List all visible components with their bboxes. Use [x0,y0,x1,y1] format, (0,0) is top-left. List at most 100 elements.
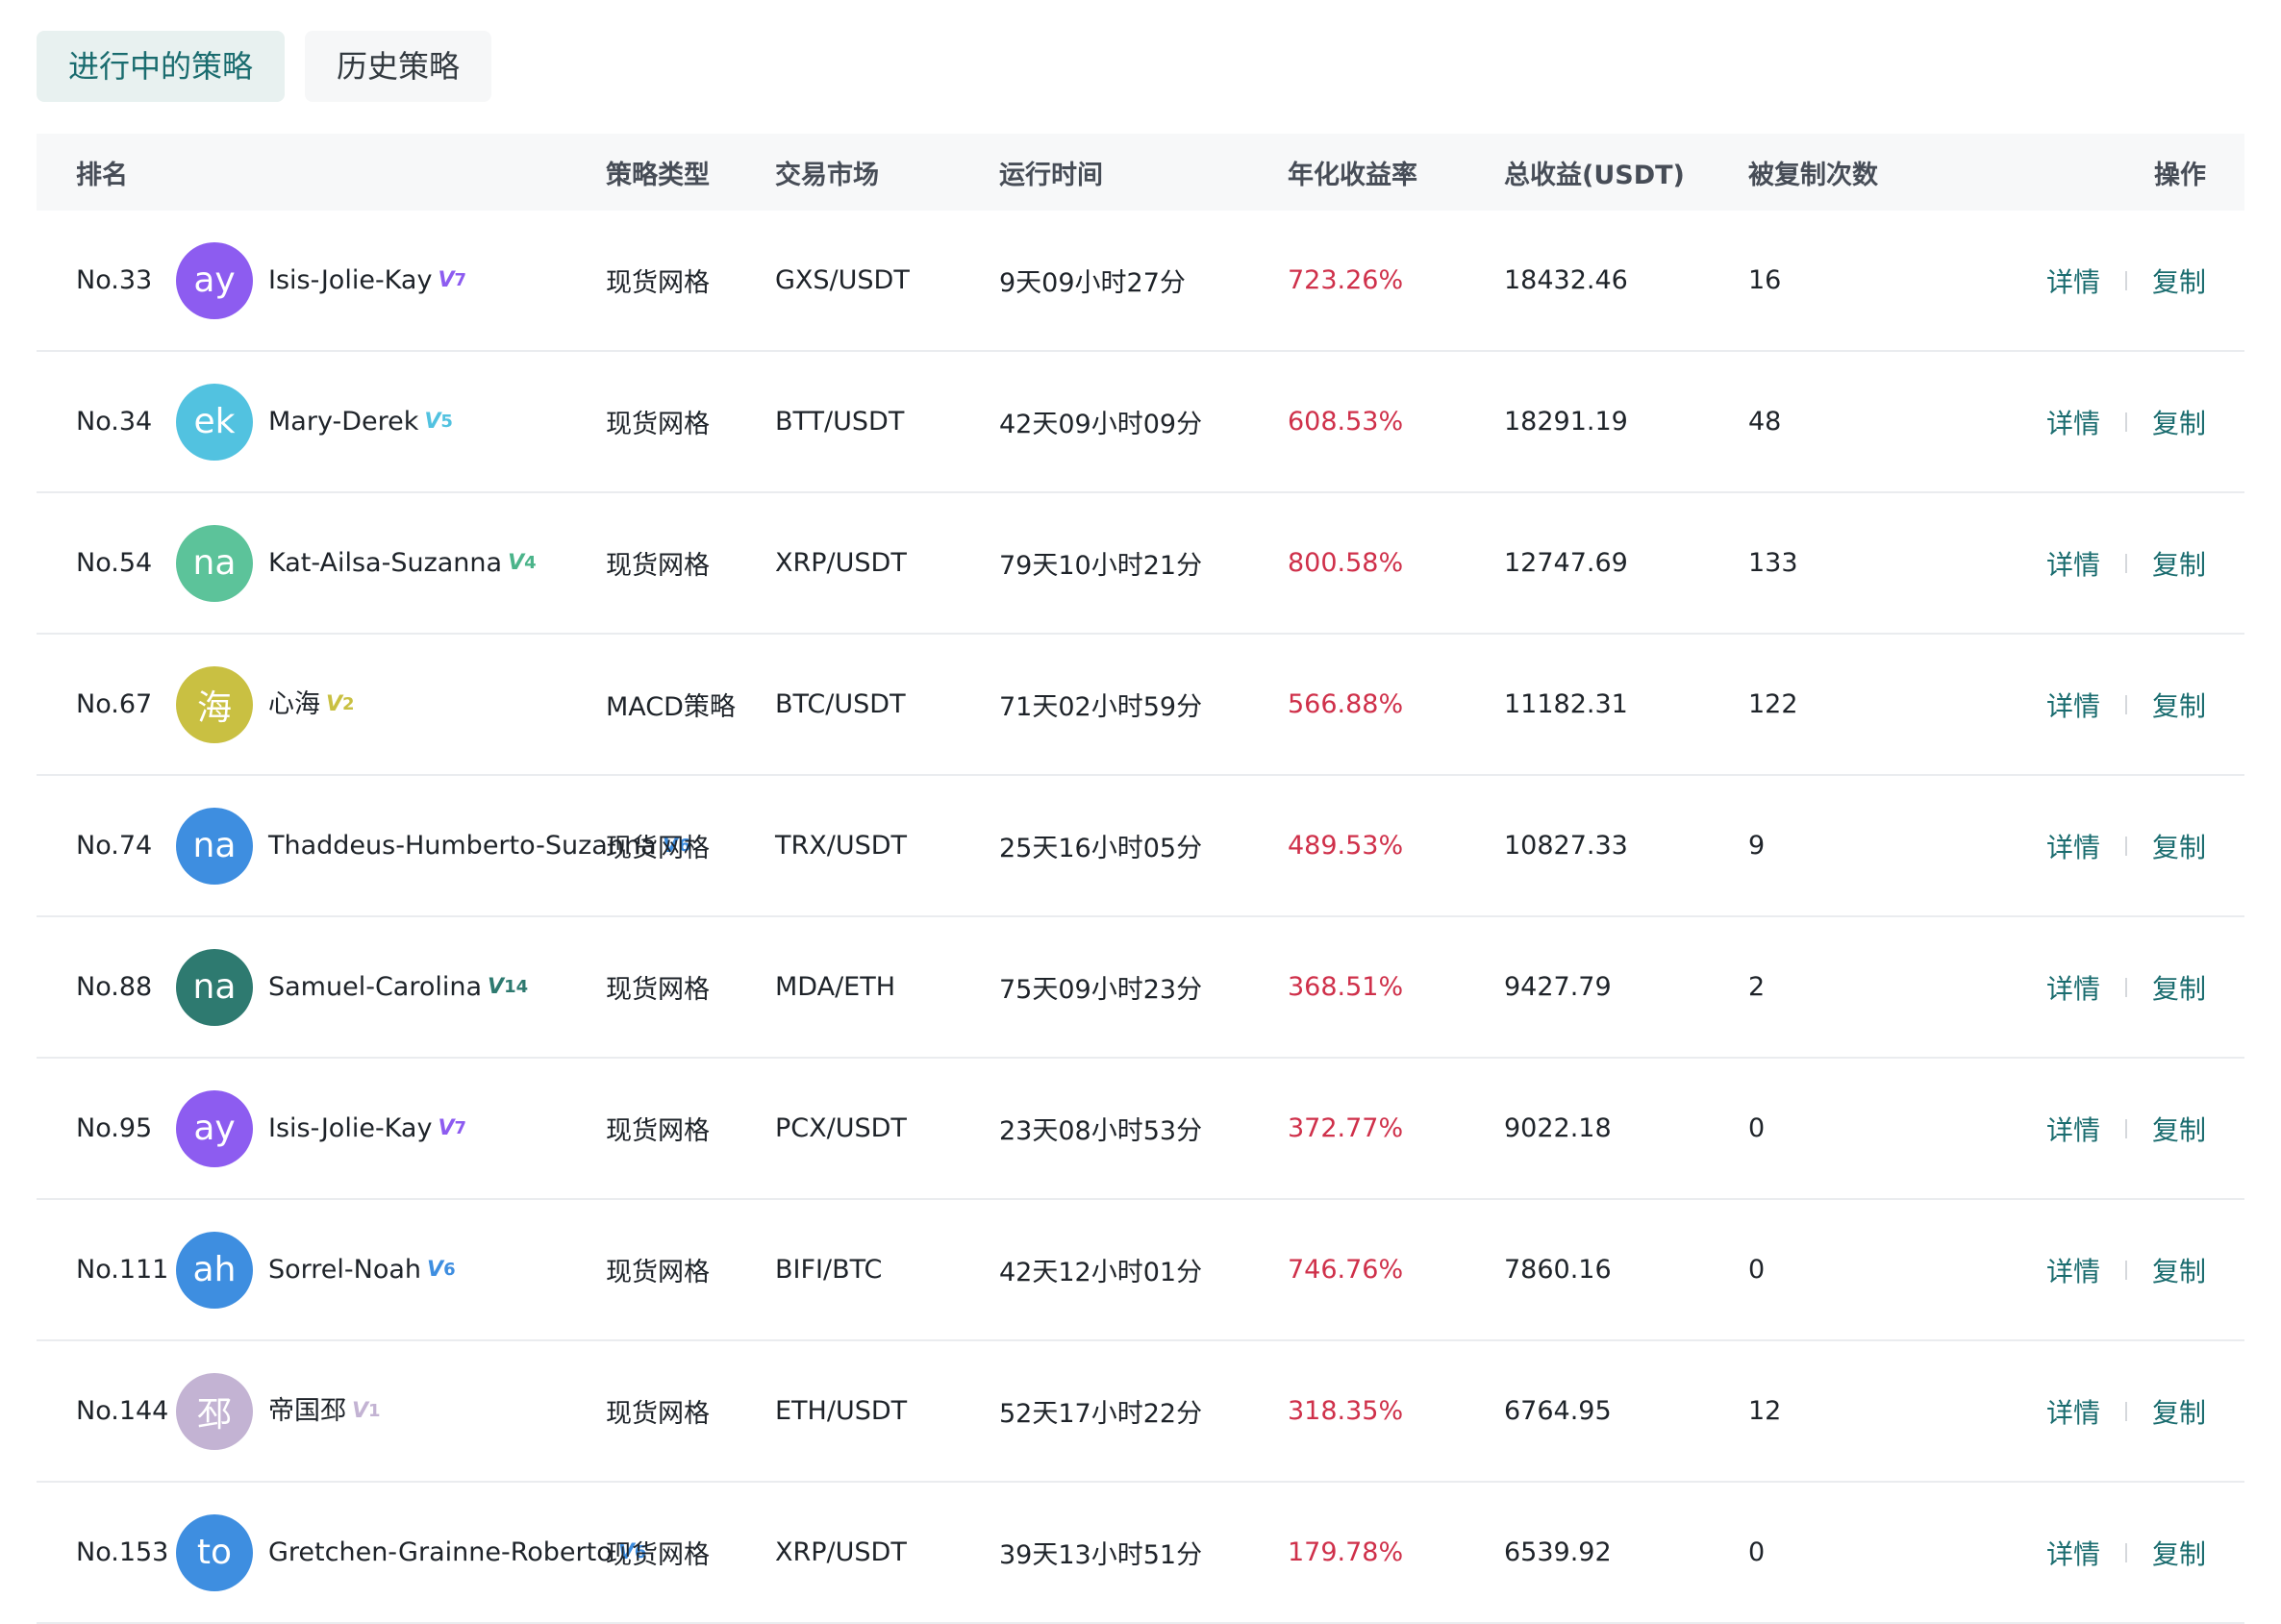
level-v-icon: V [326,691,343,716]
copy-link[interactable]: 复制 [2152,827,2206,865]
row-actions: 详情 复制 [2046,352,2206,491]
user-name[interactable]: Isis-Jolie-Kay [268,263,432,298]
run-time: 75天09小时23分 [999,975,1203,1005]
copy-link[interactable]: 复制 [2152,544,2206,583]
strategy-type: 现货网格 [606,268,710,298]
run-time: 52天17小时22分 [999,1399,1203,1429]
user-name-wrap: Thaddeus-Humberto-Suzanna V 6 [268,829,690,863]
annual-rate: 723.26% [1288,265,1404,295]
strategy-type: 现货网格 [606,1258,710,1287]
user-name[interactable]: Sorrel-Noah [268,1253,421,1287]
copy-link[interactable]: 复制 [2152,1534,2206,1572]
market-pair: BTT/USDT [775,407,905,437]
strategy-type: 现货网格 [606,551,710,581]
action-divider [2124,1401,2127,1421]
detail-link[interactable]: 详情 [2046,1110,2100,1148]
user-name[interactable]: Thaddeus-Humberto-Suzanna [268,829,657,863]
copy-link[interactable]: 复制 [2152,686,2206,724]
rank-label: No.144 [76,1396,169,1426]
level-number: 14 [504,976,529,997]
user-cell[interactable]: 海 心海 V 2 [176,635,355,774]
run-time: 23天08小时53分 [999,1116,1203,1146]
user-cell[interactable]: ek Mary-Derek V 5 [176,352,453,491]
copy-link[interactable]: 复制 [2152,1110,2206,1148]
user-name[interactable]: 心海 [268,687,320,722]
action-divider [2124,1118,2127,1138]
level-v-icon: V [352,1398,369,1423]
run-time: 42天09小时09分 [999,410,1203,439]
user-cell[interactable]: na Kat-Ailsa-Suzanna V 4 [176,493,537,633]
copy-link[interactable]: 复制 [2152,968,2206,1007]
annual-rate: 746.76% [1288,1255,1404,1285]
detail-link[interactable]: 详情 [2046,968,2100,1007]
copy-link[interactable]: 复制 [2152,262,2206,300]
level-v-icon: V [438,1115,455,1140]
detail-link[interactable]: 详情 [2046,262,2100,300]
table-row: No.67 海 心海 V 2 MACD策略 BTC/USDT 71天02小时59… [37,635,2244,776]
action-divider [2124,1542,2127,1562]
user-name[interactable]: Samuel-Carolina [268,970,482,1005]
user-name[interactable]: Kat-Ailsa-Suzanna [268,546,502,581]
user-cell[interactable]: ah Sorrel-Noah V 6 [176,1200,456,1339]
table-body: No.33 ay Isis-Jolie-Kay V 7 现货网格 GXS/USD… [37,211,2244,1624]
level-number: 7 [454,1117,466,1138]
level-v-icon: V [508,550,525,575]
detail-link[interactable]: 详情 [2046,1534,2100,1572]
rank-label: No.111 [76,1255,169,1285]
detail-link[interactable]: 详情 [2046,827,2100,865]
level-badge: V 7 [438,1112,466,1146]
copy-link[interactable]: 复制 [2152,1251,2206,1289]
user-cell[interactable]: na Thaddeus-Humberto-Suzanna V 6 [176,776,690,915]
user-cell[interactable]: na Samuel-Carolina V 14 [176,917,528,1057]
total-profit: 9427.79 [1504,972,1612,1002]
user-cell[interactable]: ay Isis-Jolie-Kay V 7 [176,1059,466,1198]
header-total: 总收益(USDT) [1504,160,1685,190]
copy-link[interactable]: 复制 [2152,1392,2206,1431]
level-number: 2 [342,693,355,714]
detail-link[interactable]: 详情 [2046,544,2100,583]
detail-link[interactable]: 详情 [2046,686,2100,724]
copy-count: 0 [1748,1113,1766,1143]
level-v-icon: V [488,974,505,999]
user-name[interactable]: Gretchen-Grainne-Roberto [268,1536,613,1570]
user-name[interactable]: Isis-Jolie-Kay [268,1112,432,1146]
user-cell[interactable]: to Gretchen-Grainne-Roberto V 6 [176,1483,646,1622]
detail-link[interactable]: 详情 [2046,1251,2100,1289]
copy-link[interactable]: 复制 [2152,403,2206,441]
user-cell[interactable]: ay Isis-Jolie-Kay V 7 [176,211,466,350]
header-type: 策略类型 [606,160,710,190]
detail-link[interactable]: 详情 [2046,1392,2100,1431]
total-profit: 9022.18 [1504,1113,1612,1143]
strategy-tabs: 进行中的策略 历史策略 [37,31,512,102]
user-name-wrap: Kat-Ailsa-Suzanna V 4 [268,546,537,581]
header-rank: 排名 [76,160,128,190]
copy-count: 2 [1748,972,1766,1002]
rank-label: No.88 [76,972,153,1002]
market-pair: MDA/ETH [775,972,896,1002]
user-name-wrap: Samuel-Carolina V 14 [268,970,528,1005]
copy-count: 16 [1748,265,1782,295]
market-pair: XRP/USDT [775,1537,907,1567]
tab-history-strategies[interactable]: 历史策略 [305,31,492,102]
market-pair: BIFI/BTC [775,1255,883,1285]
row-actions: 详情 复制 [2046,635,2206,774]
copy-count: 133 [1748,548,1798,578]
run-time: 39天13小时51分 [999,1540,1203,1570]
user-name[interactable]: 帝国邳 [268,1394,346,1429]
user-name-wrap: 心海 V 2 [268,687,355,722]
avatar: to [176,1513,253,1591]
market-pair: XRP/USDT [775,548,907,578]
level-badge: V 6 [427,1253,456,1287]
strategy-type: 现货网格 [606,1116,710,1146]
user-name[interactable]: Mary-Derek [268,405,418,439]
user-cell[interactable]: 邳 帝国邳 V 1 [176,1341,381,1481]
total-profit: 18432.46 [1504,265,1628,295]
row-actions: 详情 复制 [2046,211,2206,350]
rank-label: No.54 [76,548,153,578]
header-op: 操作 [2154,160,2206,190]
tab-running-strategies[interactable]: 进行中的策略 [37,31,286,102]
level-number: 7 [454,269,466,290]
detail-link[interactable]: 详情 [2046,403,2100,441]
copy-count: 0 [1748,1537,1766,1567]
level-v-icon: V [424,409,441,434]
